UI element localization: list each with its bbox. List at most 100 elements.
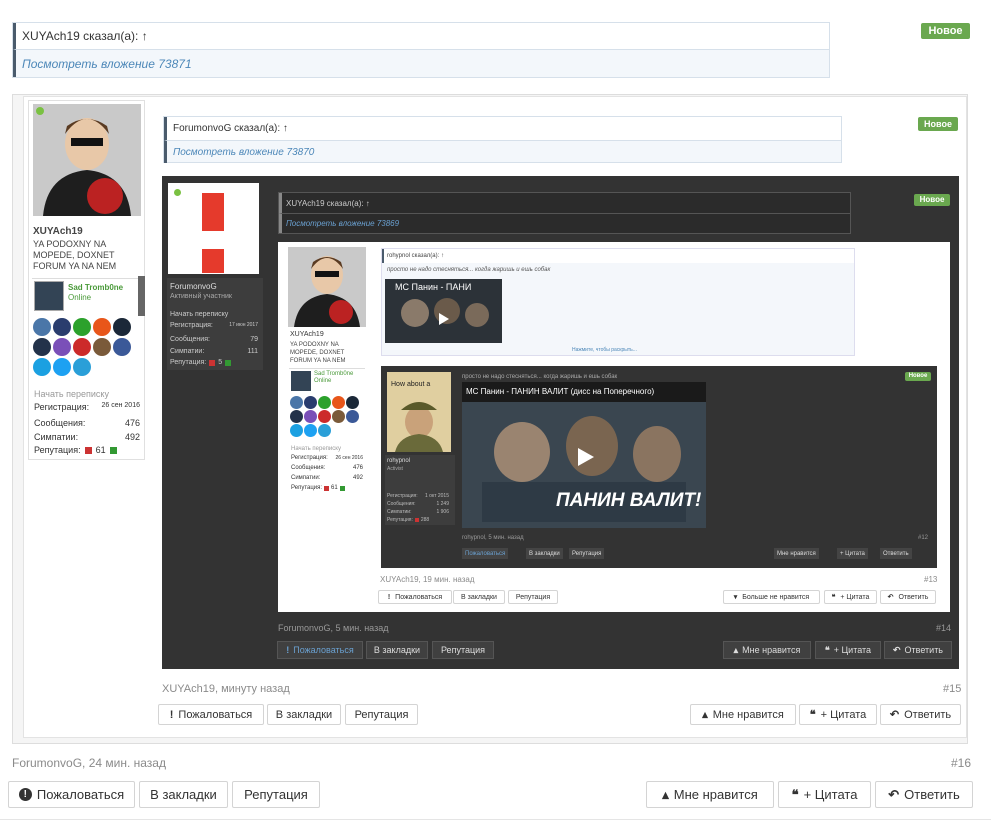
twitter-icon[interactable] [304,424,317,437]
friend-row[interactable]: Sad Tromb0ne Online [289,368,365,392]
report-button[interactable]: ! Пожаловаться [158,704,264,725]
report-button[interactable]: ! Пожаловаться [277,641,363,659]
post-meta[interactable]: ForumonvoG, 5 мин. назад [278,623,388,633]
username[interactable]: rohypnol [387,458,410,464]
avatar[interactable] [288,247,366,327]
quote-button[interactable]: ❝ + Цитата [778,781,871,808]
skype-icon[interactable] [290,424,303,437]
bookmark-button[interactable]: В закладки [453,590,505,604]
playstation-icon[interactable] [53,318,71,336]
youtube-icon[interactable] [73,338,91,356]
rep-up-icon [225,360,232,366]
steam-icon[interactable] [113,318,131,336]
skype-icon[interactable] [33,358,51,376]
post-meta[interactable]: XUYAch19, минуту назад [162,683,290,695]
start-conversation-link[interactable]: Начать переписку [34,389,109,399]
post-number[interactable]: #13 [924,575,937,584]
playstation-icon[interactable] [304,396,317,409]
like-button[interactable]: ▴ Мне нравится [646,781,774,808]
twitch-icon[interactable] [53,338,71,356]
username[interactable]: XUYAch19 [290,331,324,338]
quote-button[interactable]: + Цитата [837,548,868,559]
friend-row[interactable]: Sad Tromb0ne Online [32,278,145,312]
reputation-button[interactable]: Репутация [569,548,605,559]
reply-button[interactable]: Ответить [880,548,912,559]
expand-link[interactable]: Нажмите, чтобы раскрыть... [572,347,637,353]
rep-up-icon [109,447,117,454]
bookmark-button[interactable]: В закладки [267,704,341,725]
vk-icon[interactable] [33,318,51,336]
avatar[interactable] [33,104,141,216]
start-conversation-link[interactable]: Начать переписку [170,311,228,318]
bookmark-button[interactable]: В закладки [139,781,228,808]
vk-icon[interactable] [290,396,303,409]
reputation-button[interactable]: Репутация [345,704,418,725]
twitch-icon[interactable] [304,410,317,423]
reply-arrow-icon: ↶ [887,594,894,601]
avatar[interactable]: How about a [387,372,451,452]
reputation-button[interactable]: Репутация [232,781,320,808]
twitter-icon[interactable] [53,358,71,376]
attachment-link[interactable]: Посмотреть вложение 73871 [22,57,192,71]
attachment-link[interactable]: Посмотреть вложение 73869 [286,219,399,228]
origin-icon[interactable] [93,318,111,336]
quote-button[interactable]: ❝ + Цитата [799,704,877,725]
league-icon[interactable] [290,410,303,423]
facebook-icon[interactable] [346,410,359,423]
post-meta[interactable]: ForumonvoG, 24 мин. назад [12,756,166,770]
report-button[interactable]: Пожаловаться [462,548,509,559]
exclamation-icon: ! [387,593,391,601]
telegram-icon[interactable] [73,358,91,376]
minecraft-icon[interactable] [332,410,345,423]
quote-block: ForumonvoG сказал(а): ↑ Посмотреть вложе… [163,116,842,163]
username[interactable]: XUYAch19 [33,226,83,237]
like-button[interactable]: ▴ Мне нравится [723,641,811,659]
like-button[interactable]: ▴ Мне нравится [690,704,796,725]
quote-button[interactable]: ❝ + Цитата [824,590,877,604]
attachment-link[interactable]: Посмотреть вложение 73870 [173,147,314,158]
scroll-handle[interactable] [138,276,145,316]
bookmark-button[interactable]: В закладки [366,641,428,659]
avatar-image [33,104,141,216]
bookmark-button[interactable]: В закладки [526,548,563,559]
post-number[interactable]: #16 [951,756,971,770]
telegram-icon[interactable] [318,424,331,437]
avatar-image: How about a [387,372,451,452]
post-number[interactable]: #14 [936,623,951,633]
stat-reputation: Репутация: 61 [291,485,351,491]
post-number[interactable]: #12 [918,535,928,541]
minecraft-icon[interactable] [93,338,111,356]
post-meta[interactable]: XUYAch19, 19 мин. назад [380,575,475,584]
reply-button[interactable]: ↶ Ответить [880,590,936,604]
post-meta[interactable]: rohypnol, 5 мин. назад [462,535,524,541]
reputation-button[interactable]: Репутация [508,590,558,604]
origin-icon[interactable] [332,396,345,409]
video-player[interactable]: МС Панин - ПАНИН ВАЛИТ (дисс на Поперечн… [462,382,706,528]
exclamation-icon: ! [18,788,32,801]
post-number[interactable]: #15 [943,683,961,695]
friend-status: Online [314,378,332,384]
rep-down-icon [324,486,330,491]
quote-button[interactable]: ❝ + Цитата [815,641,881,659]
youtube-icon[interactable] [318,410,331,423]
reply-button[interactable]: ↶ Ответить [875,781,973,808]
dislike-button[interactable]: ▾ Больше не нравится [723,590,820,604]
reply-button[interactable]: ↶ Ответить [884,641,952,659]
report-button[interactable]: ! Пожаловаться [378,590,452,604]
start-conversation-link[interactable]: Начать переписку [291,446,341,452]
stat-likes: Симпатии: 492 [291,475,363,481]
username[interactable]: ForumonvoG [170,282,217,291]
quote-author: XUYAch19 сказал(а): ↑ [22,29,148,43]
friend-status: Online [68,293,92,302]
like-button[interactable]: Мне нравится [774,548,819,559]
facebook-icon[interactable] [113,338,131,356]
xbox-icon[interactable] [318,396,331,409]
avatar[interactable] [168,183,259,274]
report-button[interactable]: ! Пожаловаться [8,781,135,808]
video-thumbnail[interactable]: МС Панин - ПАНИ [385,279,502,343]
steam-icon[interactable] [346,396,359,409]
reply-button[interactable]: ↶ Ответить [880,704,961,725]
xbox-icon[interactable] [73,318,91,336]
league-icon[interactable] [33,338,51,356]
reputation-button[interactable]: Репутация [432,641,494,659]
